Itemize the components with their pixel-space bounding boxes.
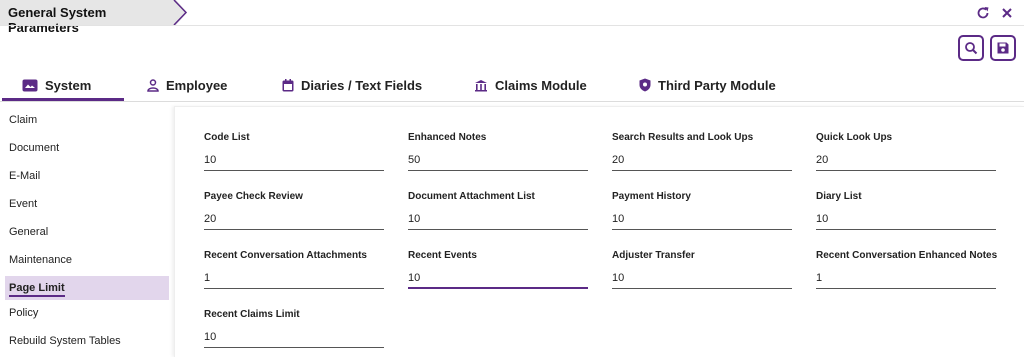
tab-label: Diaries / Text Fields (301, 77, 423, 93)
sidebar-item-claim[interactable]: Claim (5, 108, 169, 132)
field-label: Code List (204, 132, 250, 143)
sidebar-item-general[interactable]: General (5, 220, 169, 244)
title-bar: General System Parameters (0, 0, 1024, 35)
title-divider (0, 25, 1024, 26)
tab-employee[interactable]: Employee (147, 69, 227, 101)
sidebar-item-email[interactable]: E-Mail (5, 164, 169, 188)
field-label: Quick Look Ups (816, 132, 893, 143)
tab-label: Third Party Module (658, 77, 776, 93)
sidebar-item-label: Page Limit (9, 282, 65, 297)
field-payment-history: Payment History 10 (612, 191, 792, 230)
diary-list-input[interactable]: 10 (816, 212, 996, 230)
calendar-icon (282, 78, 294, 91)
field-label: Adjuster Transfer (612, 250, 695, 261)
tab-label: Employee (166, 77, 228, 93)
sidebar-item-event[interactable]: Event (5, 192, 169, 216)
field-payee-check-review: Payee Check Review 20 (204, 191, 384, 230)
person-icon (147, 78, 159, 92)
close-icon[interactable] (1000, 6, 1014, 20)
field-recent-conversation-enhanced-notes: Recent Conversation Enhanced Notes 1 (816, 250, 998, 289)
sidebar-item-label: E-Mail (9, 170, 41, 182)
tab-claims-module[interactable]: Claims Module (474, 69, 587, 101)
field-recent-conversation-attachments: Recent Conversation Attachments 1 (204, 250, 384, 289)
quick-look-ups-input[interactable]: 20 (816, 153, 996, 171)
field-code-list: Code List 10 (204, 132, 384, 171)
building-icon (475, 79, 487, 91)
field-recent-claims-limit: Recent Claims Limit 10 (204, 309, 384, 348)
tab-system[interactable]: System (22, 69, 91, 101)
field-label: Recent Claims Limit (204, 309, 300, 320)
sidebar-item-label: Maintenance (9, 254, 72, 266)
field-enhanced-notes: Enhanced Notes 50 (408, 132, 588, 171)
search-icon (965, 42, 978, 55)
field-label: Recent Events (408, 250, 477, 261)
code-list-input[interactable]: 10 (204, 153, 384, 171)
tab-bar: System Employee Diaries / Text Fields Cl… (0, 69, 1024, 101)
search-results-and-look-ups-input[interactable]: 20 (612, 153, 792, 171)
tab-diaries-text-fields[interactable]: Diaries / Text Fields (282, 69, 422, 101)
recent-events-input[interactable]: 10 (408, 271, 588, 289)
sidebar-item-rebuild-system-tables[interactable]: Rebuild System Tables (5, 329, 169, 353)
sidebar-item-policy[interactable]: Policy (5, 301, 169, 325)
page-limit-panel: Code List 10 Enhanced Notes 50 Search Re… (174, 106, 1024, 357)
sidebar-item-label: Policy (9, 307, 39, 319)
sidebar-item-label: Document (9, 142, 60, 154)
search-button[interactable] (958, 35, 984, 61)
document-attachment-list-input[interactable]: 10 (408, 212, 588, 230)
field-label: Payment History (612, 191, 691, 202)
field-label: Enhanced Notes (408, 132, 487, 143)
sidebar-item-maintenance[interactable]: Maintenance (5, 248, 169, 272)
recent-claims-limit-input[interactable]: 10 (204, 330, 384, 348)
field-label: Diary List (816, 191, 862, 202)
field-quick-look-ups: Quick Look Ups 20 (816, 132, 996, 171)
sidebar-item-label: Rebuild System Tables (9, 335, 121, 347)
shield-icon (639, 78, 651, 92)
field-label: Document Attachment List (408, 191, 535, 202)
page-title: General System Parameters (8, 5, 107, 35)
tab-label: Claims Module (495, 77, 587, 93)
system-icon (22, 79, 38, 91)
sidebar-item-label: Claim (9, 114, 38, 126)
tab-label: System (45, 77, 92, 93)
tab-third-party-module[interactable]: Third Party Module (639, 69, 776, 101)
recent-conversation-attachments-input[interactable]: 1 (204, 271, 384, 289)
field-document-attachment-list: Document Attachment List 10 (408, 191, 588, 230)
field-search-results-and-look-ups: Search Results and Look Ups 20 (612, 132, 792, 171)
field-label: Recent Conversation Attachments (204, 250, 367, 261)
adjuster-transfer-input[interactable]: 10 (612, 271, 792, 289)
tabs-divider (0, 101, 1024, 102)
field-recent-events: Recent Events 10 (408, 250, 588, 289)
field-diary-list: Diary List 10 (816, 191, 996, 230)
payment-history-input[interactable]: 10 (612, 212, 792, 230)
save-button[interactable] (990, 35, 1016, 61)
breadcrumb: General System Parameters (0, 0, 176, 35)
refresh-icon[interactable] (976, 6, 990, 20)
field-label: Recent Conversation Enhanced Notes (816, 250, 998, 261)
field-adjuster-transfer: Adjuster Transfer 10 (612, 250, 792, 289)
sidebar-item-label: Event (9, 198, 38, 210)
recent-conversation-enhanced-notes-input[interactable]: 1 (816, 271, 996, 289)
enhanced-notes-input[interactable]: 50 (408, 153, 588, 171)
payee-check-review-input[interactable]: 20 (204, 212, 384, 230)
sidebar-item-page-limit[interactable]: Page Limit (5, 276, 169, 300)
breadcrumb-arrow-icon (172, 0, 188, 25)
sidebar-item-label: General (9, 226, 49, 238)
save-icon (997, 42, 1009, 54)
field-label: Search Results and Look Ups (612, 132, 754, 143)
field-label: Payee Check Review (204, 191, 303, 202)
sidebar-item-document[interactable]: Document (5, 136, 169, 160)
